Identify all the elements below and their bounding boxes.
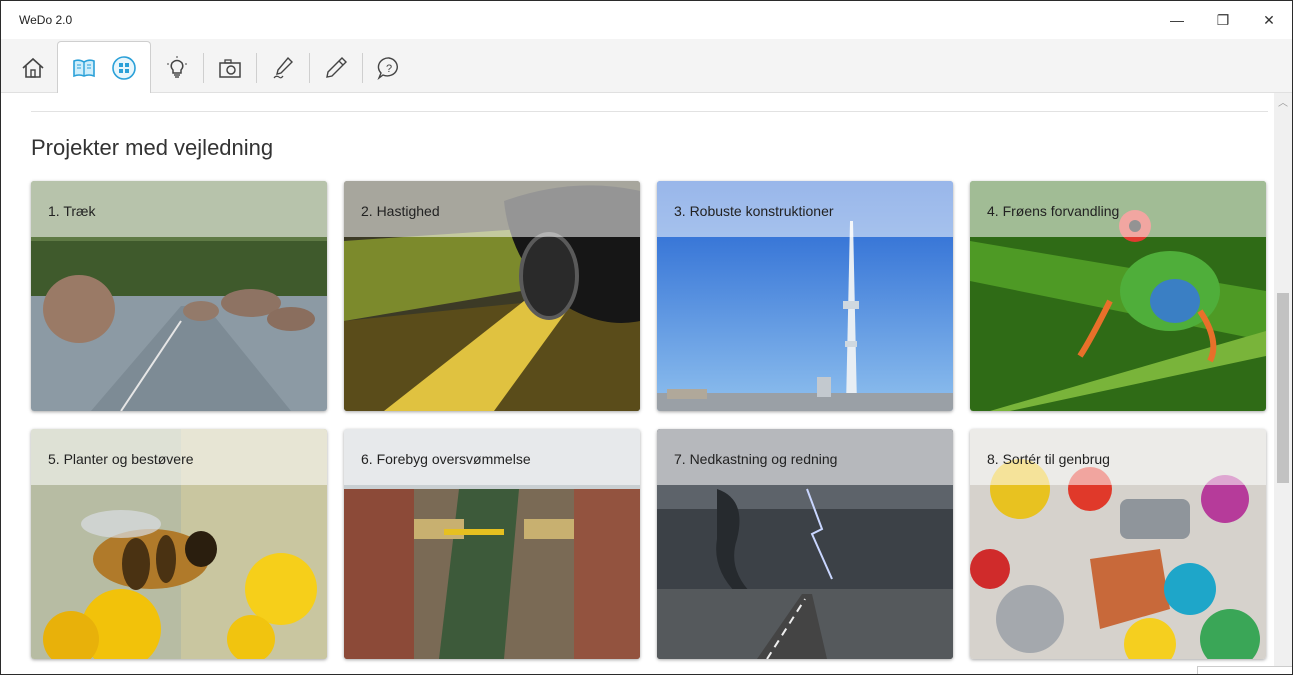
scroll-thumb[interactable] (1277, 293, 1289, 483)
project-card[interactable]: 1. Træk (31, 181, 327, 411)
pencil-icon (326, 57, 347, 78)
page-title: Projekter med vejledning (31, 135, 274, 160)
pen-button[interactable] (263, 44, 303, 92)
card-title: 7. Nedkastning og redning (674, 451, 838, 467)
project-card[interactable]: 3. Robuste konstruktioner (657, 181, 953, 411)
grid-icon (112, 55, 136, 80)
ideas-button[interactable] (157, 44, 197, 92)
toolbar-separator (362, 53, 363, 83)
bottom-corner-box (1197, 666, 1292, 674)
card-title: 4. Frøens forvandling (987, 203, 1120, 219)
pencil-button[interactable] (316, 44, 356, 92)
project-card[interactable]: 7. Nedkastning og redning (657, 429, 953, 659)
toolbar-separator (256, 53, 257, 83)
book-icon (73, 58, 95, 77)
lightbulb-icon (167, 56, 187, 78)
card-title: 1. Træk (48, 203, 96, 219)
toolbar-separator (309, 53, 310, 83)
project-card[interactable]: 4. Frøens forvandling (970, 181, 1266, 411)
card-title: 8. Sortér til genbrug (987, 451, 1110, 467)
window-controls: — ❐ ✕ (1154, 1, 1292, 39)
tab-projects[interactable] (57, 41, 151, 93)
card-title: 5. Planter og bestøvere (48, 451, 194, 467)
card-title: 2. Hastighed (361, 203, 440, 219)
vertical-scrollbar[interactable]: ︿ (1274, 93, 1292, 674)
grid-view-button[interactable] (104, 44, 144, 92)
scroll-up-icon[interactable]: ︿ (1274, 93, 1292, 109)
close-button[interactable]: ✕ (1246, 1, 1292, 39)
svg-text:?: ? (386, 63, 392, 75)
restore-icon: ❐ (1216, 11, 1230, 28)
pen-icon (273, 56, 293, 79)
project-card[interactable]: 6. Forebyg oversvømmelse (344, 429, 640, 659)
main-toolbar: ? (1, 39, 1292, 93)
card-title: 3. Robuste konstruktioner (674, 203, 834, 219)
card-title: 6. Forebyg oversvømmelse (361, 451, 531, 467)
section-divider (31, 111, 1268, 112)
restore-button[interactable]: ❐ (1200, 1, 1246, 39)
help-button[interactable]: ? (369, 44, 409, 92)
book-button[interactable] (64, 44, 104, 92)
project-card[interactable]: 8. Sortér til genbrug (970, 429, 1266, 659)
main-content: Projekter med vejledning 1. Træk 2. Hast… (1, 93, 1276, 674)
help-icon: ? (377, 57, 398, 81)
project-card[interactable]: 5. Planter og bestøvere (31, 429, 327, 659)
window-title: WeDo 2.0 (19, 13, 73, 27)
minimize-button[interactable]: — (1154, 1, 1200, 39)
camera-icon (219, 59, 241, 78)
app-window: WeDo 2.0 — ❐ ✕ ? Projekter med vejlednin… (0, 0, 1293, 675)
minimize-icon: — (1170, 12, 1184, 28)
home-button[interactable] (13, 44, 53, 92)
home-icon (22, 57, 44, 78)
close-icon: ✕ (1263, 11, 1275, 28)
title-bar: WeDo 2.0 — ❐ ✕ (1, 1, 1292, 39)
project-grid: 1. Træk 2. Hastighed 3. Robuste konstruk… (31, 181, 1266, 659)
toolbar-separator (203, 53, 204, 83)
camera-button[interactable] (210, 44, 250, 92)
project-card[interactable]: 2. Hastighed (344, 181, 640, 411)
